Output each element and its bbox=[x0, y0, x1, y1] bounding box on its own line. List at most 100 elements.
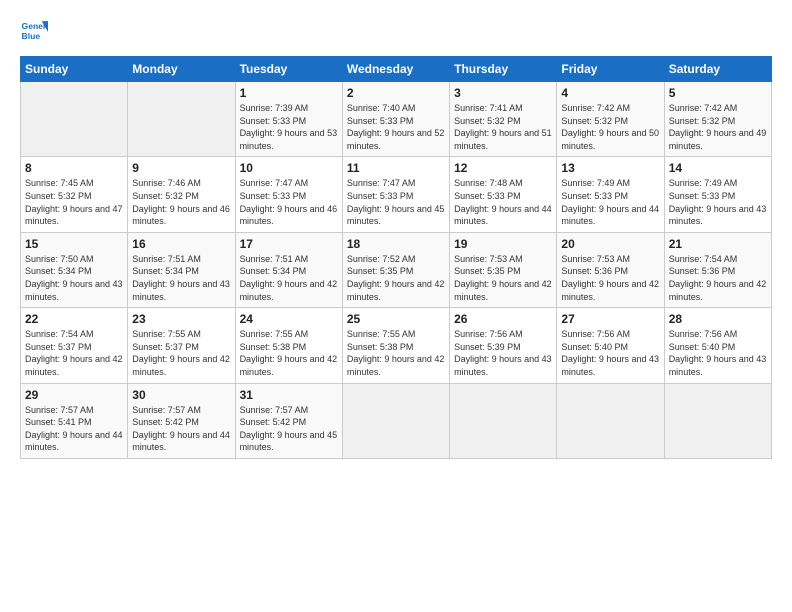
calendar-cell: 11 Sunrise: 7:47 AMSunset: 5:33 PMDayligh… bbox=[342, 157, 449, 232]
header: General Blue bbox=[20, 18, 772, 46]
day-number: 17 bbox=[240, 237, 338, 251]
calendar-cell: 3 Sunrise: 7:41 AMSunset: 5:32 PMDaylight… bbox=[450, 82, 557, 157]
day-info: Sunrise: 7:56 AMSunset: 5:39 PMDaylight:… bbox=[454, 328, 552, 378]
day-info: Sunrise: 7:54 AMSunset: 5:36 PMDaylight:… bbox=[669, 253, 767, 303]
calendar-cell: 13 Sunrise: 7:49 AMSunset: 5:33 PMDayligh… bbox=[557, 157, 664, 232]
calendar-cell bbox=[128, 82, 235, 157]
day-number: 9 bbox=[132, 161, 230, 175]
day-info: Sunrise: 7:56 AMSunset: 5:40 PMDaylight:… bbox=[561, 328, 659, 378]
calendar-cell: 29 Sunrise: 7:57 AMSunset: 5:41 PMDayligh… bbox=[21, 383, 128, 458]
calendar-week-3: 15 Sunrise: 7:50 AMSunset: 5:34 PMDayligh… bbox=[21, 232, 772, 307]
calendar-cell: 31 Sunrise: 7:57 AMSunset: 5:42 PMDayligh… bbox=[235, 383, 342, 458]
calendar-cell: 26 Sunrise: 7:56 AMSunset: 5:39 PMDayligh… bbox=[450, 308, 557, 383]
calendar-cell: 5 Sunrise: 7:42 AMSunset: 5:32 PMDaylight… bbox=[664, 82, 771, 157]
day-number: 26 bbox=[454, 312, 552, 326]
day-number: 15 bbox=[25, 237, 123, 251]
day-info: Sunrise: 7:49 AMSunset: 5:33 PMDaylight:… bbox=[561, 177, 659, 227]
calendar-week-1: 1 Sunrise: 7:39 AMSunset: 5:33 PMDaylight… bbox=[21, 82, 772, 157]
day-info: Sunrise: 7:46 AMSunset: 5:32 PMDaylight:… bbox=[132, 177, 230, 227]
day-number: 14 bbox=[669, 161, 767, 175]
calendar-cell: 23 Sunrise: 7:55 AMSunset: 5:37 PMDayligh… bbox=[128, 308, 235, 383]
day-info: Sunrise: 7:53 AMSunset: 5:35 PMDaylight:… bbox=[454, 253, 552, 303]
day-number: 31 bbox=[240, 388, 338, 402]
day-number: 1 bbox=[240, 86, 338, 100]
weekday-header-thursday: Thursday bbox=[450, 57, 557, 82]
day-info: Sunrise: 7:55 AMSunset: 5:38 PMDaylight:… bbox=[240, 328, 338, 378]
calendar-cell: 9 Sunrise: 7:46 AMSunset: 5:32 PMDaylight… bbox=[128, 157, 235, 232]
day-info: Sunrise: 7:53 AMSunset: 5:36 PMDaylight:… bbox=[561, 253, 659, 303]
calendar-cell: 20 Sunrise: 7:53 AMSunset: 5:36 PMDayligh… bbox=[557, 232, 664, 307]
day-number: 13 bbox=[561, 161, 659, 175]
calendar-cell bbox=[21, 82, 128, 157]
calendar-cell: 21 Sunrise: 7:54 AMSunset: 5:36 PMDayligh… bbox=[664, 232, 771, 307]
day-info: Sunrise: 7:47 AMSunset: 5:33 PMDaylight:… bbox=[240, 177, 338, 227]
day-info: Sunrise: 7:48 AMSunset: 5:33 PMDaylight:… bbox=[454, 177, 552, 227]
calendar-cell: 22 Sunrise: 7:54 AMSunset: 5:37 PMDayligh… bbox=[21, 308, 128, 383]
day-info: Sunrise: 7:39 AMSunset: 5:33 PMDaylight:… bbox=[240, 102, 338, 152]
calendar-cell bbox=[557, 383, 664, 458]
calendar-week-4: 22 Sunrise: 7:54 AMSunset: 5:37 PMDayligh… bbox=[21, 308, 772, 383]
calendar-table: SundayMondayTuesdayWednesdayThursdayFrid… bbox=[20, 56, 772, 459]
day-info: Sunrise: 7:45 AMSunset: 5:32 PMDaylight:… bbox=[25, 177, 123, 227]
calendar-cell: 17 Sunrise: 7:51 AMSunset: 5:34 PMDayligh… bbox=[235, 232, 342, 307]
day-number: 27 bbox=[561, 312, 659, 326]
day-info: Sunrise: 7:54 AMSunset: 5:37 PMDaylight:… bbox=[25, 328, 123, 378]
day-number: 22 bbox=[25, 312, 123, 326]
calendar-cell: 25 Sunrise: 7:55 AMSunset: 5:38 PMDayligh… bbox=[342, 308, 449, 383]
day-info: Sunrise: 7:47 AMSunset: 5:33 PMDaylight:… bbox=[347, 177, 445, 227]
day-number: 4 bbox=[561, 86, 659, 100]
page: General Blue SundayMondayTuesdayWednesda… bbox=[0, 0, 792, 612]
day-number: 2 bbox=[347, 86, 445, 100]
calendar-cell bbox=[450, 383, 557, 458]
weekday-header-friday: Friday bbox=[557, 57, 664, 82]
day-info: Sunrise: 7:55 AMSunset: 5:37 PMDaylight:… bbox=[132, 328, 230, 378]
calendar-cell: 30 Sunrise: 7:57 AMSunset: 5:42 PMDayligh… bbox=[128, 383, 235, 458]
generalblue-logo-icon: General Blue bbox=[20, 18, 48, 46]
weekday-header-tuesday: Tuesday bbox=[235, 57, 342, 82]
weekday-header-sunday: Sunday bbox=[21, 57, 128, 82]
day-number: 5 bbox=[669, 86, 767, 100]
day-number: 30 bbox=[132, 388, 230, 402]
day-number: 16 bbox=[132, 237, 230, 251]
day-number: 18 bbox=[347, 237, 445, 251]
calendar-cell: 14 Sunrise: 7:49 AMSunset: 5:33 PMDayligh… bbox=[664, 157, 771, 232]
weekday-header-monday: Monday bbox=[128, 57, 235, 82]
calendar-cell: 10Sunrise: 7:47 AMSunset: 5:33 PMDayligh… bbox=[235, 157, 342, 232]
day-info: Sunrise: 7:42 AMSunset: 5:32 PMDaylight:… bbox=[561, 102, 659, 152]
day-info: Sunrise: 7:41 AMSunset: 5:32 PMDaylight:… bbox=[454, 102, 552, 152]
weekday-header-row: SundayMondayTuesdayWednesdayThursdayFrid… bbox=[21, 57, 772, 82]
day-info: Sunrise: 7:42 AMSunset: 5:32 PMDaylight:… bbox=[669, 102, 767, 152]
day-info: Sunrise: 7:57 AMSunset: 5:42 PMDaylight:… bbox=[240, 404, 338, 454]
calendar-cell: 19 Sunrise: 7:53 AMSunset: 5:35 PMDayligh… bbox=[450, 232, 557, 307]
weekday-header-saturday: Saturday bbox=[664, 57, 771, 82]
calendar-cell: 4 Sunrise: 7:42 AMSunset: 5:32 PMDaylight… bbox=[557, 82, 664, 157]
day-number: 3 bbox=[454, 86, 552, 100]
day-info: Sunrise: 7:49 AMSunset: 5:33 PMDaylight:… bbox=[669, 177, 767, 227]
svg-text:Blue: Blue bbox=[22, 31, 41, 41]
day-info: Sunrise: 7:55 AMSunset: 5:38 PMDaylight:… bbox=[347, 328, 445, 378]
calendar-cell: 27 Sunrise: 7:56 AMSunset: 5:40 PMDayligh… bbox=[557, 308, 664, 383]
calendar-cell bbox=[664, 383, 771, 458]
day-info: Sunrise: 7:51 AMSunset: 5:34 PMDaylight:… bbox=[132, 253, 230, 303]
calendar-week-5: 29 Sunrise: 7:57 AMSunset: 5:41 PMDayligh… bbox=[21, 383, 772, 458]
weekday-header-wednesday: Wednesday bbox=[342, 57, 449, 82]
day-number: 23 bbox=[132, 312, 230, 326]
day-number: 24 bbox=[240, 312, 338, 326]
calendar-cell: 16 Sunrise: 7:51 AMSunset: 5:34 PMDayligh… bbox=[128, 232, 235, 307]
day-info: Sunrise: 7:57 AMSunset: 5:41 PMDaylight:… bbox=[25, 404, 123, 454]
calendar-week-2: 8 Sunrise: 7:45 AMSunset: 5:32 PMDaylight… bbox=[21, 157, 772, 232]
day-number: 21 bbox=[669, 237, 767, 251]
day-info: Sunrise: 7:56 AMSunset: 5:40 PMDaylight:… bbox=[669, 328, 767, 378]
calendar-cell bbox=[342, 383, 449, 458]
day-number: 25 bbox=[347, 312, 445, 326]
day-number: 8 bbox=[25, 161, 123, 175]
day-number: 20 bbox=[561, 237, 659, 251]
day-info: Sunrise: 7:51 AMSunset: 5:34 PMDaylight:… bbox=[240, 253, 338, 303]
day-number: 19 bbox=[454, 237, 552, 251]
calendar-cell: 8 Sunrise: 7:45 AMSunset: 5:32 PMDaylight… bbox=[21, 157, 128, 232]
day-info: Sunrise: 7:57 AMSunset: 5:42 PMDaylight:… bbox=[132, 404, 230, 454]
day-number: 29 bbox=[25, 388, 123, 402]
day-info: Sunrise: 7:50 AMSunset: 5:34 PMDaylight:… bbox=[25, 253, 123, 303]
calendar-cell: 28Sunrise: 7:56 AMSunset: 5:40 PMDayligh… bbox=[664, 308, 771, 383]
day-number: 11 bbox=[347, 161, 445, 175]
